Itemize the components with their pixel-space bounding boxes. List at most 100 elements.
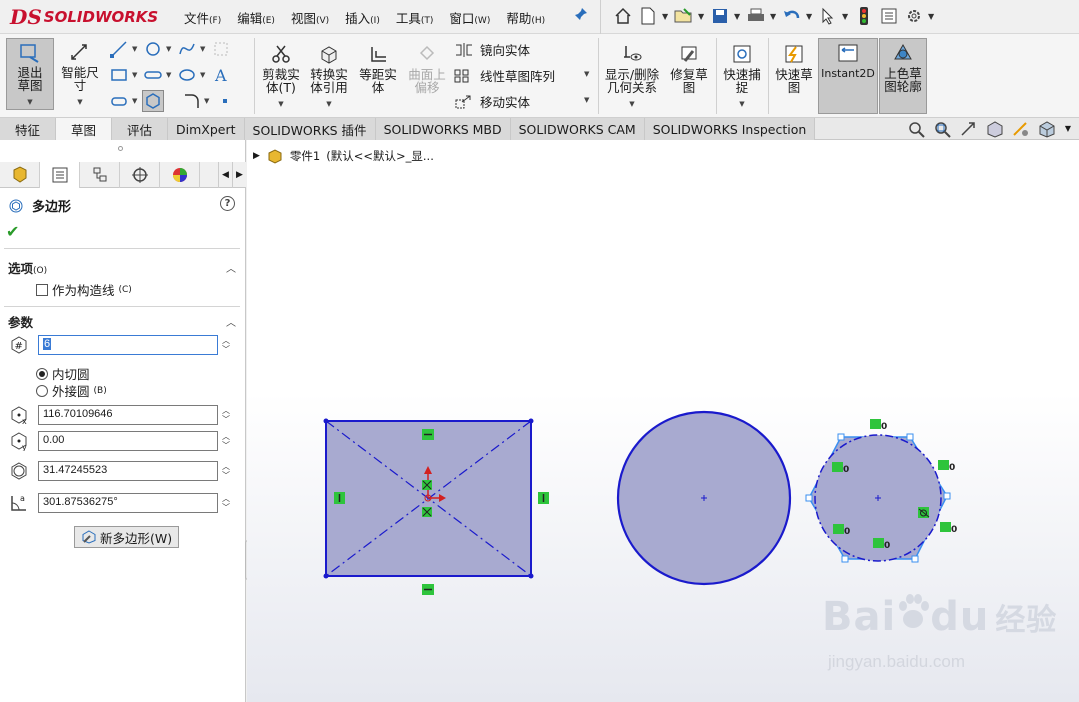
configuration-manager-tab[interactable]	[80, 162, 120, 188]
checkbox-box[interactable]	[36, 283, 48, 296]
chevron-down-icon[interactable]: ▼	[200, 71, 208, 79]
rectangle-icon[interactable]	[108, 64, 130, 86]
chevron-down-icon[interactable]: ▼	[166, 71, 174, 79]
spinner[interactable]: ︿ ﹀	[222, 406, 230, 424]
solidworks-logo[interactable]: DS SOLIDWORKS	[10, 4, 160, 30]
fillet-icon[interactable]	[180, 90, 202, 112]
new-polygon-button[interactable]: 新多边形(W)	[74, 526, 180, 548]
select-cursor-icon[interactable]	[817, 4, 839, 28]
menu-edit[interactable]: 编辑(E)	[229, 6, 283, 29]
chevron-down-icon[interactable]: ▼	[738, 98, 746, 111]
offset-on-surface-button[interactable]: 曲面上偏移	[404, 40, 450, 112]
chevron-down-icon[interactable]: ▼	[277, 98, 285, 111]
file-properties-icon[interactable]	[878, 4, 900, 28]
panel-grip[interactable]	[118, 146, 123, 151]
circumscribed-circle-radio[interactable]: 外接圆 (B)	[36, 381, 107, 400]
chevron-down-icon[interactable]: ▼	[662, 12, 670, 21]
tab-solidworks-mbd[interactable]: SOLIDWORKS MBD	[375, 118, 511, 140]
tab-solidworks-inspection[interactable]: SOLIDWORKS Inspection	[644, 118, 816, 140]
menu-insert[interactable]: 插入(I)	[337, 6, 388, 29]
quick-snaps-button[interactable]: 快速捕捉 ▼	[720, 40, 764, 112]
mirror-entities-button[interactable]: 镜向实体	[454, 40, 530, 59]
trim-entities-button[interactable]: 剪裁实体(T) ▼	[258, 40, 304, 112]
move-entities-button[interactable]: 移动实体	[454, 92, 530, 111]
chevron-down-icon[interactable]: ▼	[166, 45, 174, 53]
undo-icon[interactable]	[781, 4, 803, 28]
chevron-down-icon[interactable]: ▼	[584, 70, 592, 78]
chevron-down-icon[interactable]: ▼	[76, 96, 84, 109]
exit-sketch-button[interactable]: 退出草图 ▼	[6, 38, 54, 110]
collapse-caret-icon[interactable]: ︿	[226, 314, 236, 329]
tab-features[interactable]: 特征	[0, 118, 56, 140]
display-delete-relations-button[interactable]: 显示/删除几何关系 ▼	[602, 40, 662, 112]
rebuild-traffic-light-icon[interactable]	[853, 4, 875, 28]
ok-checkmark-icon[interactable]: ✔	[6, 222, 19, 241]
center-y-input[interactable]: 0.00	[38, 431, 218, 451]
construction-geometry-checkbox[interactable]: 作为构造线 (C)	[36, 280, 132, 299]
chevron-down-icon[interactable]: ▼	[132, 97, 140, 105]
angle-input[interactable]: 301.87536275°	[38, 493, 218, 513]
pin-icon[interactable]	[574, 7, 588, 25]
rapid-sketch-button[interactable]: 快速草图	[772, 40, 816, 112]
save-icon[interactable]	[709, 4, 731, 28]
tab-evaluate[interactable]: 评估	[112, 118, 168, 140]
collapse-caret-icon[interactable]: ︿	[226, 260, 236, 275]
menu-help[interactable]: 帮助(H)	[498, 6, 553, 29]
chevron-down-icon[interactable]: ▼	[842, 12, 850, 21]
chevron-down-icon[interactable]: ▼	[132, 45, 140, 53]
menu-file[interactable]: 文件(F)	[176, 6, 229, 29]
slot-straight-icon[interactable]	[108, 90, 130, 112]
chevron-down-icon[interactable]: ▼	[204, 97, 212, 105]
tab-sketch[interactable]: 草图	[56, 118, 112, 140]
smart-dimension-button[interactable]: 智能尺寸 ▼	[58, 38, 102, 110]
feature-manager-tab[interactable]	[0, 162, 40, 188]
chevron-down-icon[interactable]: ▼	[584, 96, 592, 104]
ellipse-icon[interactable]	[176, 64, 198, 86]
chevron-down-icon[interactable]: ▼	[325, 98, 333, 111]
chevron-down-icon[interactable]: ▼	[698, 12, 706, 21]
radio-button[interactable]	[36, 367, 48, 380]
dimxpert-manager-tab[interactable]	[120, 162, 160, 188]
zoom-to-area-icon[interactable]	[933, 120, 953, 138]
display-manager-tab[interactable]	[160, 162, 200, 188]
tab-solidworks-addins[interactable]: SOLIDWORKS 插件	[244, 118, 376, 140]
chevron-down-icon[interactable]: ▼	[628, 98, 636, 111]
home-icon[interactable]	[612, 4, 634, 28]
circle-icon[interactable]	[142, 38, 164, 60]
previous-view-icon[interactable]	[959, 120, 979, 138]
line-icon[interactable]	[108, 38, 130, 60]
chevron-down-icon[interactable]: ▼	[26, 96, 34, 109]
point-icon[interactable]	[214, 90, 236, 112]
menu-window[interactable]: 窗口(W)	[441, 6, 498, 29]
spinner[interactable]: ︿ ﹀	[222, 432, 230, 450]
spline-icon[interactable]	[176, 38, 198, 60]
new-document-icon[interactable]	[637, 4, 659, 28]
chevron-down-icon[interactable]: ▼	[734, 12, 742, 21]
tangent-relation-icon[interactable]	[918, 507, 930, 518]
menu-tools[interactable]: 工具(T)	[388, 6, 442, 29]
circle-diameter-input[interactable]: 31.47245523	[38, 461, 218, 481]
shaded-sketch-contours-button[interactable]: 上色草图轮廓	[879, 38, 927, 114]
menu-view[interactable]: 视图(V)	[283, 6, 337, 29]
offset-entities-button[interactable]: 等距实体	[356, 40, 400, 112]
help-icon[interactable]: ?	[220, 196, 235, 211]
radio-button[interactable]	[36, 384, 48, 397]
chevron-down-icon[interactable]: ▼	[132, 71, 140, 79]
spinner[interactable]: ︿ ﹀	[222, 336, 230, 354]
slot-icon[interactable]	[142, 64, 164, 86]
graphics-area[interactable]: ▶ 零件1 (默认<<默认>_显... 0 0 0 0 0 0 Bai du 经…	[247, 140, 1079, 702]
tab-dimxpert[interactable]: DimXpert	[168, 118, 245, 140]
view-orientation-icon[interactable]	[1037, 120, 1059, 138]
center-x-input[interactable]: 116.70109646	[38, 405, 218, 425]
linear-pattern-button[interactable]: 线性草图阵列	[454, 66, 555, 85]
options-gear-icon[interactable]	[903, 4, 925, 28]
open-folder-icon[interactable]	[673, 4, 695, 28]
text-icon[interactable]: A	[210, 64, 232, 86]
section-view-icon[interactable]	[985, 120, 1005, 138]
spinner[interactable]: ︿ ﹀	[222, 494, 230, 512]
instant2d-button[interactable]: Instant2D	[818, 38, 878, 114]
scroll-left-icon[interactable]: ◀	[218, 162, 232, 188]
dynamic-annotation-icon[interactable]	[1011, 120, 1031, 138]
property-manager-tab[interactable]	[40, 162, 80, 188]
convert-entities-button[interactable]: 转换实体引用 ▼	[306, 40, 352, 112]
